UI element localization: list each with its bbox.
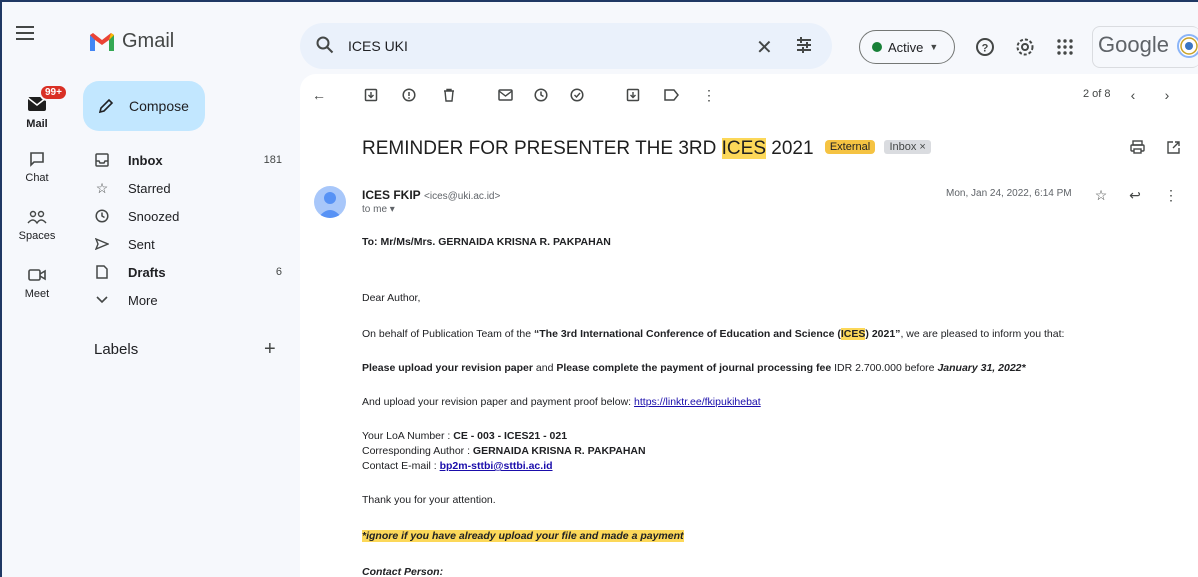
linktree-link[interactable]: https://linktr.ee/fkipukihebat xyxy=(634,396,761,408)
gmail-logo[interactable]: Gmail xyxy=(88,30,174,53)
add-task-icon[interactable] xyxy=(568,86,586,104)
chat-icon xyxy=(30,152,44,167)
nav-count: 6 xyxy=(275,266,282,278)
meet-video-icon xyxy=(28,269,46,281)
search-icon[interactable] xyxy=(316,36,334,54)
nav-label: Inbox xyxy=(128,152,163,168)
nav-item-starred[interactable]: ☆ Starred xyxy=(72,174,292,202)
compose-button[interactable]: Compose xyxy=(83,81,205,131)
rail-label-spaces: Spaces xyxy=(18,230,56,242)
rail-meet[interactable]: Meet xyxy=(2,264,72,300)
pagination-count: 2 of 8 xyxy=(1083,88,1111,100)
email-date: Mon, Jan 24, 2022, 6:14 PM xyxy=(946,188,1072,199)
help-icon[interactable]: ? xyxy=(974,36,996,58)
nav-count: 181 xyxy=(263,154,282,166)
nav-item-snoozed[interactable]: Snoozed xyxy=(72,202,292,230)
more-vert-icon[interactable]: ⋮ xyxy=(1162,186,1180,204)
pencil-icon xyxy=(98,98,114,114)
nav-label: More xyxy=(128,292,158,308)
more-vert-icon[interactable]: ⋮ xyxy=(700,86,718,104)
greeting: Dear Author, xyxy=(362,292,421,304)
paragraph-3: And upload your revision paper and payme… xyxy=(362,396,761,408)
inbox-icon xyxy=(94,152,110,168)
rail-spaces[interactable]: Spaces xyxy=(2,206,72,242)
contact-email-link[interactable]: bp2m-sttbi@sttbi.ac.id xyxy=(440,460,553,472)
nav-label: Sent xyxy=(128,236,155,252)
mark-unread-icon[interactable] xyxy=(496,86,514,104)
contact-email-line: Contact E-mail : bp2m-sttbi@sttbi.ac.id xyxy=(362,460,553,472)
nav-item-drafts[interactable]: Drafts 6 xyxy=(72,258,292,286)
search-options-icon[interactable] xyxy=(794,35,814,55)
contact-person-heading: Contact Person: xyxy=(362,566,444,577)
paragraph-1: On behalf of Publication Team of the “Th… xyxy=(362,328,1065,340)
google-wordmark: Google xyxy=(1098,32,1169,57)
label-tag-icon[interactable] xyxy=(662,86,680,104)
to-line: To: Mr/Ms/Mrs. GERNAIDA KRISNA R. PAKPAH… xyxy=(362,236,611,248)
back-arrow-icon[interactable]: ← xyxy=(310,86,328,104)
nav-label: Snoozed xyxy=(128,208,180,224)
inbox-label-chip[interactable]: Inbox × xyxy=(884,139,931,154)
delete-trash-icon[interactable] xyxy=(440,86,458,104)
reply-icon[interactable]: ↩ xyxy=(1126,186,1144,204)
star-icon: ☆ xyxy=(95,179,109,196)
external-badge: External xyxy=(824,139,876,154)
nav-item-inbox[interactable]: Inbox 181 xyxy=(72,146,292,174)
email-view: ← ⋮ 2 of 8 ‹ › REMINDER FOR PRESENTER TH… xyxy=(300,74,1198,577)
move-to-icon[interactable] xyxy=(624,86,642,104)
recipients-toggle[interactable]: to me ▾ xyxy=(362,204,395,215)
draft-file-icon xyxy=(94,264,110,280)
star-icon[interactable]: ☆ xyxy=(1092,186,1110,204)
search-bar[interactable]: ICES UKI ✕ xyxy=(300,23,832,69)
loa-line: Your LoA Number : CE - 003 - ICES21 - 02… xyxy=(362,430,568,442)
newer-chevron-icon[interactable]: › xyxy=(1158,86,1176,104)
rail-label-chat: Chat xyxy=(25,172,49,184)
snooze-clock-icon[interactable] xyxy=(532,86,550,104)
spaces-icon xyxy=(27,210,47,225)
thanks-line: Thank you for your attention. xyxy=(362,494,496,506)
active-status-dot xyxy=(872,42,882,52)
settings-gear-icon[interactable] xyxy=(1014,36,1036,58)
report-spam-icon[interactable] xyxy=(400,86,418,104)
chevron-down-icon xyxy=(94,292,110,308)
older-chevron-icon[interactable]: ‹ xyxy=(1124,86,1142,104)
send-icon xyxy=(94,236,110,252)
nav-item-sent[interactable]: Sent xyxy=(72,230,292,258)
nav-item-more[interactable]: More xyxy=(72,286,292,314)
email-subject: REMINDER FOR PRESENTER THE 3RD ICES 2021… xyxy=(362,138,931,160)
print-icon[interactable] xyxy=(1128,138,1146,156)
compose-label: Compose xyxy=(129,98,189,114)
sender-line: ICES FKIP <ices@uki.ac.id> xyxy=(362,188,500,202)
svg-text:?: ? xyxy=(982,43,989,55)
sender-name[interactable]: ICES FKIP xyxy=(362,188,421,202)
mail-unread-badge: 99+ xyxy=(39,84,68,101)
open-new-window-icon[interactable] xyxy=(1164,138,1182,156)
status-dropdown[interactable]: Active ▼ xyxy=(859,30,955,64)
main-menu-button[interactable] xyxy=(14,22,36,44)
clock-icon xyxy=(94,208,110,224)
gmail-m-icon xyxy=(90,32,114,51)
rail-label-meet: Meet xyxy=(24,288,50,300)
add-label-icon[interactable]: + xyxy=(264,338,276,361)
corresponding-author-line: Corresponding Author : GERNAIDA KRISNA R… xyxy=(362,445,646,457)
caret-down-icon: ▼ xyxy=(929,42,939,52)
sender-email: <ices@uki.ac.id> xyxy=(424,191,501,202)
apps-grid-icon[interactable] xyxy=(1054,36,1076,58)
account-avatar-icon[interactable] xyxy=(1177,34,1198,58)
rail-chat[interactable]: Chat xyxy=(2,148,72,184)
sender-avatar[interactable] xyxy=(314,186,346,218)
rail-mail[interactable]: 99+ Mail xyxy=(2,84,72,130)
archive-icon[interactable] xyxy=(362,86,380,104)
paragraph-2: Please upload your revision paper and Pl… xyxy=(362,362,1026,374)
labels-heading: Labels xyxy=(94,341,139,358)
nav-label: Drafts xyxy=(128,264,166,280)
clear-search-icon[interactable]: ✕ xyxy=(756,35,773,60)
status-label: Active xyxy=(888,39,924,55)
person-icon xyxy=(318,192,342,218)
nav-label: Starred xyxy=(128,180,171,196)
ignore-note: *ignore if you have already upload your … xyxy=(362,530,684,542)
gmail-wordmark: Gmail xyxy=(122,30,175,52)
rail-label-mail: Mail xyxy=(26,118,48,130)
search-input[interactable]: ICES UKI xyxy=(348,38,408,54)
